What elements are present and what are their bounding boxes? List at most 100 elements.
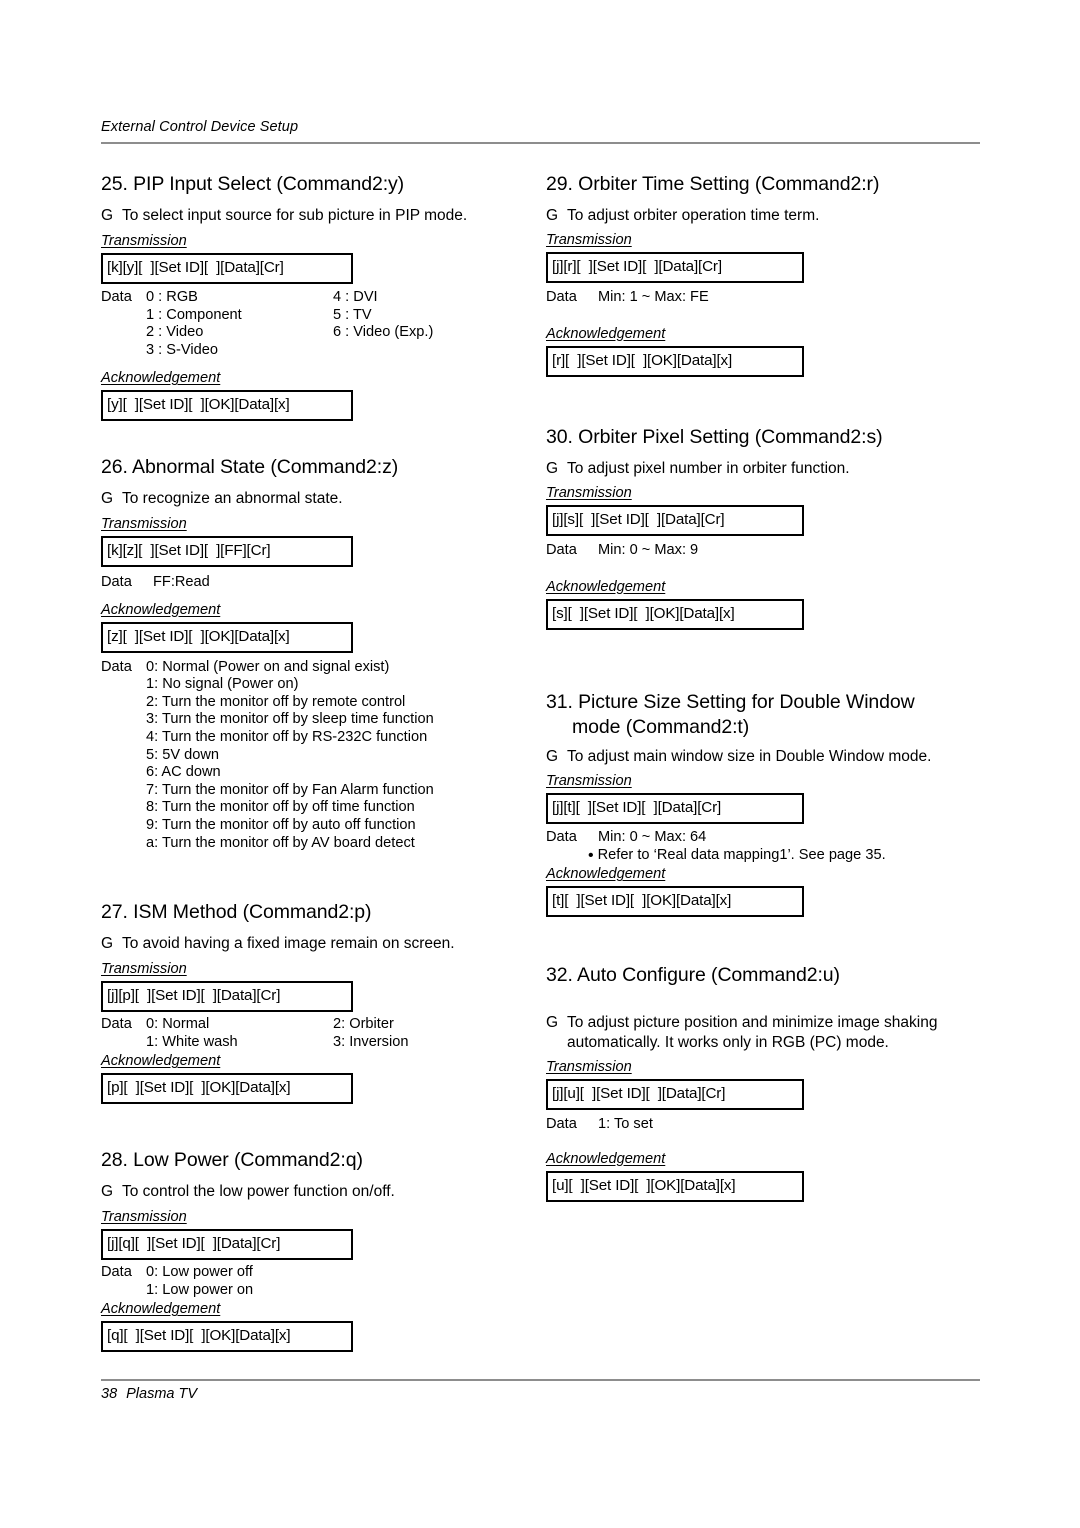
data-label: Data	[101, 289, 132, 305]
section-26-acknowledgement-label: Acknowledgement	[101, 601, 221, 618]
section-26-data-tx-block: Data FF:Read	[101, 574, 561, 592]
g-marker-icon: G	[101, 207, 114, 224]
section-31-acknowledgement-box: [t][ ][Set ID][ ][OK][Data][x]	[546, 886, 804, 918]
section-28-description: G To control the low power function on/of…	[101, 1183, 395, 1200]
data-row: 1: Low power on	[146, 1281, 254, 1298]
section-25-heading: 25. PIP Input Select (Command2:y)	[101, 173, 405, 195]
data-row: 2: Turn the monitor off by remote contro…	[146, 693, 406, 710]
data-label: Data	[101, 1016, 132, 1032]
section-30-heading: 30. Orbiter Pixel Setting (Command2:s)	[546, 426, 883, 448]
section-27-transmission-label: Transmission	[101, 961, 187, 977]
section-27-ism-method: 27. ISM Method (Command2:p) G To avoid ha…	[101, 900, 561, 1105]
page-number: 38	[101, 1386, 118, 1402]
g-marker-icon: G	[546, 207, 559, 224]
section-32-description: G To adjust picture position and minimize…	[546, 1014, 938, 1051]
section-32-transmission-label: Transmission	[546, 1059, 632, 1075]
g-marker-icon: G	[101, 935, 114, 952]
data-row: 6: AC down	[146, 764, 221, 781]
section-25-transmission-box: [k][y][ ][Set ID][ ][Data][Cr]	[101, 253, 353, 284]
section-32-acknowledgement-box: [u][ ][Set ID][ ][OK][Data][x]	[546, 1170, 804, 1202]
data-row: 1: To set	[598, 1116, 653, 1132]
section-26-data-ack-block: Data 0: Normal (Power on and signal exis…	[101, 659, 561, 853]
data-row: Min: 1 ~ Max: FE	[598, 289, 709, 305]
section-25-acknowledgement-box: [y][ ][Set ID][ ][OK][Data][x]	[101, 390, 353, 422]
section-28-low-power: 28. Low Power (Command2:q) G To control t…	[101, 1148, 561, 1353]
section-29-description: G To adjust orbiter operation time term.	[546, 207, 820, 224]
g-marker-icon: G	[546, 748, 559, 765]
section-32-data-block: Data 1: To set	[546, 1116, 1006, 1134]
section-26-abnormal-state: 26. Abnormal State (Command2:z) G To reco…	[101, 455, 561, 852]
data-row: FF:Read	[153, 574, 210, 590]
data-row: 5: 5V down	[146, 746, 220, 763]
section-25-pip-input-select: 25. PIP Input Select (Command2:y) G To se…	[101, 172, 561, 422]
section-26-description: G To recognize an abnormal state.	[101, 490, 343, 507]
section-27-acknowledgement-box: [p][ ][Set ID][ ][OK][Data][x]	[101, 1073, 353, 1105]
section-31-note: • Refer to ‘Real data mapping1’. See page…	[588, 846, 886, 864]
section-29-transmission-label: Transmission	[546, 232, 632, 248]
data-row: 0: Normal (Power on and signal exist)	[146, 658, 390, 675]
section-29-data-block: Data Min: 1 ~ Max: FE	[546, 289, 1006, 307]
g-marker-icon: G	[546, 460, 559, 477]
section-27-data-block: Data 0: Normal 2: Orbiter 1: White wash 3:…	[101, 1016, 561, 1051]
section-31-acknowledgement-label: Acknowledgement	[546, 866, 666, 883]
data-row: 1: No signal (Power on)	[146, 676, 299, 693]
section-32-transmission-box: [j][u][ ][Set ID][ ][Data][Cr]	[546, 1079, 804, 1110]
section-31-transmission-box: [j][t][ ][Set ID][ ][Data][Cr]	[546, 793, 804, 824]
data-row: 4: Turn the monitor off by RS-232C funct…	[146, 728, 428, 745]
section-32-acknowledgement-label: Acknowledgement	[546, 1150, 666, 1167]
header-divider	[101, 142, 980, 144]
data-label: Data	[546, 289, 577, 305]
section-32-heading: 32. Auto Configure (Command2:u)	[546, 964, 840, 986]
section-27-acknowledgement-label: Acknowledgement	[101, 1053, 221, 1070]
data-row: 0 : RGB 4 : DVI	[146, 289, 378, 305]
bullet-icon: •	[588, 846, 594, 864]
section-26-transmission-label: Transmission	[101, 516, 187, 532]
data-row: 1: White wash 3: Inversion	[146, 1033, 409, 1050]
section-31-description: G To adjust main window size in Double Wi…	[546, 748, 932, 765]
data-row: 1 : Component 5 : TV	[146, 306, 372, 323]
section-29-acknowledgement-box: [r][ ][Set ID][ ][OK][Data][x]	[546, 345, 804, 377]
section-26-heading: 26. Abnormal State (Command2:z)	[101, 456, 399, 478]
data-row: 2 : Video 6 : Video (Exp.)	[146, 324, 434, 341]
data-row: Min: 0 ~ Max: 64	[598, 829, 707, 845]
data-row: 7: Turn the monitor off by Fan Alarm fun…	[146, 781, 434, 798]
data-label: Data	[101, 658, 132, 675]
section-30-acknowledgement-label: Acknowledgement	[546, 578, 666, 595]
data-row: Min: 0 ~ Max: 9	[598, 542, 699, 558]
document-page: External Control Device Setup 25. PIP In…	[0, 0, 1080, 1528]
footer-divider	[101, 1379, 980, 1381]
section-31-picture-size-setting: 31. Picture Size Setting for Double Wind…	[546, 690, 1006, 918]
section-30-transmission-label: Transmission	[546, 485, 632, 501]
data-row: 8: Turn the monitor off by off time func…	[146, 799, 415, 816]
data-label: Data	[546, 542, 577, 558]
section-30-transmission-box: [j][s][ ][Set ID][ ][Data][Cr]	[546, 505, 804, 536]
data-row: 3 : S-Video	[146, 341, 218, 358]
section-28-heading: 28. Low Power (Command2:q)	[101, 1149, 363, 1171]
section-31-transmission-label: Transmission	[546, 773, 632, 789]
section-27-heading: 27. ISM Method (Command2:p)	[101, 901, 372, 923]
data-row: 0: Low power off	[146, 1264, 253, 1280]
section-28-acknowledgement-box: [q][ ][Set ID][ ][OK][Data][x]	[101, 1321, 353, 1353]
product-name: Plasma TV	[126, 1386, 198, 1402]
section-27-transmission-box: [j][p][ ][Set ID][ ][Data][Cr]	[101, 981, 353, 1012]
data-label: Data	[101, 574, 132, 590]
data-label: Data	[101, 1264, 132, 1280]
section-29-acknowledgement-label: Acknowledgement	[546, 325, 666, 342]
section-31-heading: 31. Picture Size Setting for Double Wind…	[546, 691, 915, 738]
data-label: Data	[546, 829, 577, 845]
data-row: 0: Normal 2: Orbiter	[146, 1016, 394, 1032]
section-25-transmission-label: Transmission	[101, 233, 187, 249]
section-29-heading: 29. Orbiter Time Setting (Command2:r)	[546, 173, 880, 195]
g-marker-icon: G	[101, 490, 114, 507]
section-28-acknowledgement-label: Acknowledgement	[101, 1301, 221, 1318]
page-footer: 38 Plasma TV	[101, 1386, 197, 1402]
section-29-transmission-box: [j][r][ ][Set ID][ ][Data][Cr]	[546, 252, 804, 283]
section-25-acknowledgement-label: Acknowledgement	[101, 370, 221, 387]
section-28-transmission-box: [j][q][ ][Set ID][ ][Data][Cr]	[101, 1229, 353, 1260]
section-31-data-block: Data Min: 0 ~ Max: 64 • Refer to ‘Real da…	[546, 829, 1006, 864]
section-30-orbiter-pixel-setting: 30. Orbiter Pixel Setting (Command2:s) G…	[546, 425, 1006, 630]
section-28-transmission-label: Transmission	[101, 1209, 187, 1225]
section-25-description: G To select input source for sub picture …	[101, 207, 468, 224]
section-26-acknowledgement-box: [z][ ][Set ID][ ][OK][Data][x]	[101, 621, 353, 653]
section-29-orbiter-time-setting: 29. Orbiter Time Setting (Command2:r) GT…	[546, 172, 1006, 377]
